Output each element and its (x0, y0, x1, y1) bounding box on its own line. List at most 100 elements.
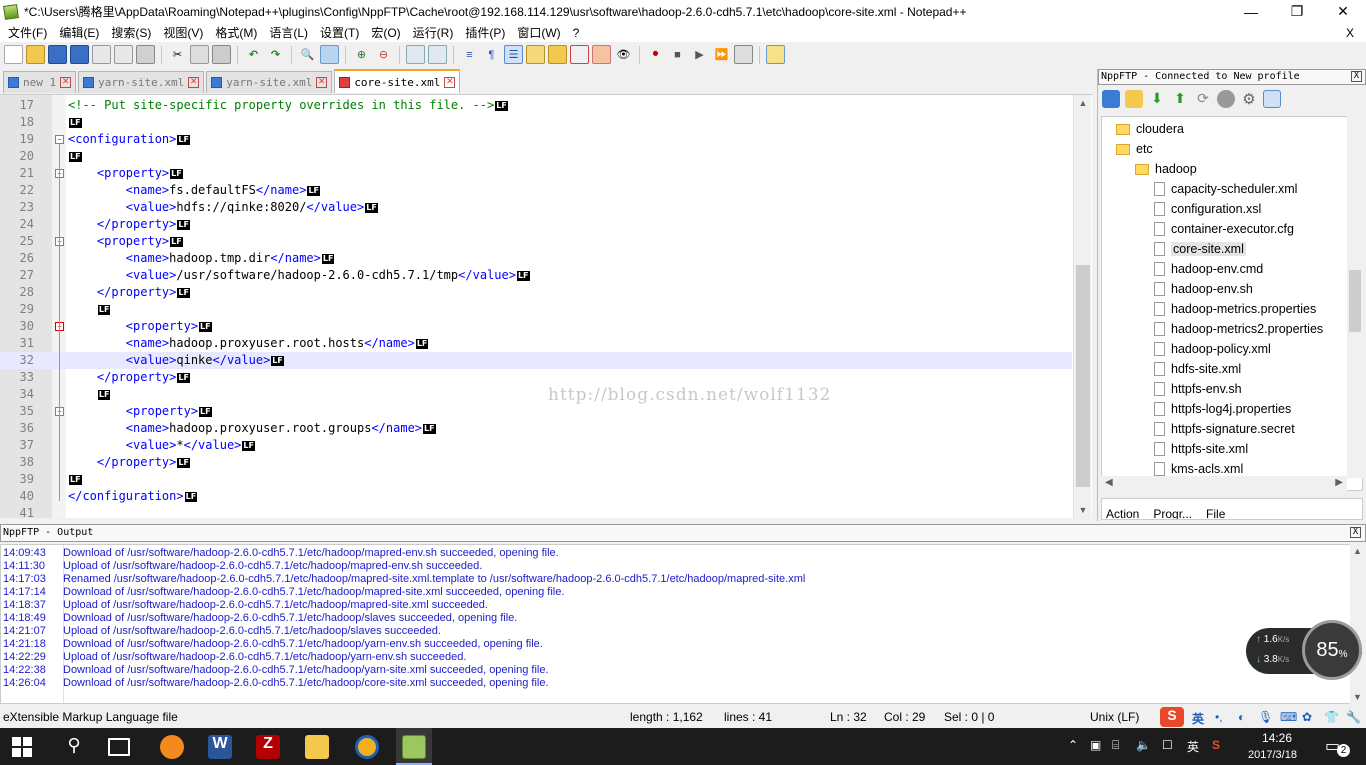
code-line[interactable]: 32 <value>qinke</value> LF (0, 352, 1072, 369)
new-file-icon[interactable] (4, 45, 23, 64)
taskbar-ime-mode[interactable]: 英 (1187, 738, 1199, 755)
tree-file[interactable]: httpfs-log4j.properties (1154, 399, 1291, 419)
word-wrap-icon[interactable]: ≡ (460, 45, 479, 64)
network-icon[interactable]: ⌸ (1112, 738, 1119, 753)
code-line[interactable]: 26 <name>hadoop.tmp.dir</name> LF (0, 250, 1072, 267)
menu-window[interactable]: 窗口(W) (511, 24, 566, 41)
stop-macro-icon[interactable]: ■ (668, 45, 687, 64)
redo-icon[interactable]: ↷ (266, 45, 285, 64)
code-line[interactable]: 24 </property> LF (0, 216, 1072, 233)
code-line[interactable]: 21 <property> LF (0, 165, 1072, 182)
sync-horizontal-icon[interactable] (428, 45, 447, 64)
tree-folder[interactable]: etc (1116, 139, 1153, 159)
code-line[interactable]: 31 <name>hadoop.proxyuser.root.hosts</na… (0, 335, 1072, 352)
tab-new-1[interactable]: new 1 ✕ (3, 71, 77, 93)
download-icon[interactable]: ⬇ (1148, 90, 1166, 108)
code-line[interactable]: 28 </property> LF (0, 284, 1072, 301)
code-line[interactable]: 41 (0, 505, 1072, 518)
ime-skin-icon[interactable]: ✿ (1302, 710, 1312, 724)
settings-gear-icon[interactable]: ⚙ (1240, 90, 1258, 108)
tree-file[interactable]: httpfs-site.xml (1154, 439, 1248, 459)
tree-file[interactable]: hadoop-metrics.properties (1154, 299, 1316, 319)
code-line[interactable]: 39 LF (0, 471, 1072, 488)
clock-time[interactable]: 14:26 (1262, 731, 1292, 745)
close-all-icon[interactable] (114, 45, 133, 64)
play-macro-multiple-icon[interactable]: ⏩ (712, 45, 731, 64)
menu-edit[interactable]: 编辑(E) (53, 24, 105, 41)
tab-yarn-site-2[interactable]: yarn-site.xml ✕ (206, 71, 333, 93)
code-line[interactable]: 38 </property> LF (0, 454, 1072, 471)
user-language-icon[interactable] (526, 45, 545, 64)
ime-settings-icon[interactable]: 🔧 (1346, 710, 1361, 724)
close-document-button[interactable]: X (1340, 26, 1360, 40)
save-macro-icon[interactable] (734, 45, 753, 64)
copy-icon[interactable] (190, 45, 209, 64)
action-center-small-icon[interactable]: ☐ (1162, 738, 1173, 752)
editor-vertical-scrollbar[interactable]: ▲ ▼ (1073, 95, 1091, 518)
upload-icon[interactable]: ⬆ (1171, 90, 1189, 108)
search-icon[interactable]: ⚲ (62, 735, 86, 759)
sogou-tray-icon[interactable]: S (1212, 738, 1220, 752)
nppftp-close-button[interactable]: X (1351, 71, 1362, 82)
indent-guide-icon[interactable]: ☰ (504, 45, 523, 64)
fold-toggle-icon[interactable]: − (55, 135, 64, 144)
print-icon[interactable] (136, 45, 155, 64)
task-view-icon[interactable] (108, 738, 130, 756)
code-line[interactable]: 33 </property> LF (0, 369, 1072, 386)
file-explorer-icon[interactable] (305, 735, 329, 759)
output-log[interactable]: 14:09:43 Download of /usr/software/hadoop… (0, 544, 1363, 704)
menu-settings[interactable]: 设置(T) (314, 24, 365, 41)
refresh-icon[interactable]: ⟳ (1194, 90, 1212, 108)
code-line[interactable]: 27 <value>/usr/software/hadoop-2.6.0-cdh… (0, 267, 1072, 284)
ime-tools-icon[interactable]: 👕 (1324, 710, 1339, 724)
tab-yarn-site-1[interactable]: yarn-site.xml ✕ (78, 71, 205, 93)
network-speed-widget[interactable]: ↑ 1.6K/s ↓ 3.8K/s 85% (1246, 620, 1362, 680)
code-line[interactable]: 40 </configuration> LF (0, 488, 1072, 505)
code-line[interactable]: 30 <property> LF (0, 318, 1072, 335)
menu-search[interactable]: 搜索(S) (105, 24, 157, 41)
doc-map-icon[interactable] (548, 45, 567, 64)
tree-folder[interactable]: cloudera (1116, 119, 1184, 139)
clock-date[interactable]: 2017/3/18 (1248, 749, 1297, 761)
menu-view[interactable]: 视图(V) (157, 24, 209, 41)
save-icon[interactable] (48, 45, 67, 64)
open-directory-icon[interactable] (1125, 90, 1143, 108)
ime-voice-icon[interactable]: 🎙 (1258, 710, 1273, 724)
show-all-characters-icon[interactable]: ¶ (482, 45, 501, 64)
paste-icon[interactable] (212, 45, 231, 64)
sogou-ime-icon[interactable]: S (1160, 707, 1184, 727)
app-icon[interactable] (355, 735, 379, 759)
message-window-icon[interactable] (1263, 90, 1281, 108)
tree-file[interactable]: capacity-scheduler.xml (1154, 179, 1297, 199)
code-line[interactable]: 36 <name>hadoop.proxyuser.root.groups</n… (0, 420, 1072, 437)
tree-file[interactable]: hadoop-policy.xml (1154, 339, 1271, 359)
tree-horizontal-scrollbar[interactable]: ◀ ▶ (1101, 476, 1347, 493)
folder-workspace-icon[interactable] (592, 45, 611, 64)
abort-icon[interactable] (1217, 90, 1235, 108)
scroll-left-arrow-icon[interactable]: ◀ (1105, 477, 1113, 488)
volume-icon[interactable]: 🔈 (1136, 738, 1151, 752)
ime-halfwidth-icon[interactable]: ◐ (1238, 710, 1245, 724)
scroll-thumb[interactable] (1076, 265, 1090, 487)
connect-icon[interactable] (1102, 90, 1120, 108)
menu-language[interactable]: 语言(L) (263, 24, 314, 41)
tray-app-icon[interactable]: ▣ (1090, 738, 1101, 752)
maximize-button[interactable]: ❐ (1274, 0, 1320, 23)
code-line[interactable]: 29 LF (0, 301, 1072, 318)
tree-file[interactable]: configuration.xsl (1154, 199, 1261, 219)
editor[interactable]: 17 <!-- Put site-specific property overri… (0, 94, 1092, 518)
code-line[interactable]: 35 <property> LF (0, 403, 1072, 420)
queue-column-action[interactable]: Action (1106, 507, 1139, 519)
minimize-button[interactable]: — (1228, 0, 1274, 23)
queue-column-progress[interactable]: Progr... (1153, 507, 1192, 519)
output-vertical-scrollbar[interactable]: ▲ ▼ (1350, 544, 1364, 704)
tree-file[interactable]: httpfs-signature.secret (1154, 419, 1295, 439)
tab-close-icon[interactable]: ✕ (188, 77, 200, 88)
menu-help[interactable]: ? (567, 26, 586, 40)
open-file-icon[interactable] (26, 45, 45, 64)
close-button[interactable]: ✕ (1320, 0, 1366, 23)
tree-file[interactable]: core-site.xml (1154, 239, 1246, 259)
tab-core-site[interactable]: core-site.xml ✕ (334, 69, 461, 93)
code-line[interactable]: 34 LF (0, 386, 1072, 403)
queue-column-file[interactable]: File (1206, 507, 1225, 519)
